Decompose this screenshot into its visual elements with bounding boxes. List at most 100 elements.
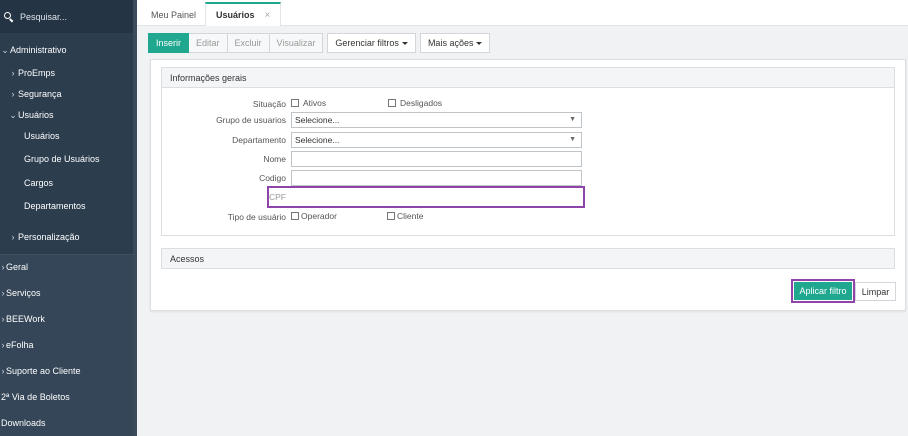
sidebar-item-efolha[interactable]: › eFolha	[0, 337, 133, 353]
sidebar-item-label: eFolha	[6, 340, 34, 350]
desligados-label: Desligados	[400, 98, 443, 108]
more-actions-button[interactable]: Mais ações	[419, 33, 491, 53]
situacao-label: Situação	[252, 99, 286, 109]
cpf-input[interactable]	[291, 189, 580, 205]
sidebar-item-label: 2ª Via de Boletos	[1, 392, 70, 402]
departamento-select[interactable]: Selecione... ▼	[291, 132, 582, 148]
sidebar-item-label: Personalização	[18, 232, 80, 242]
sidebar-item-label: ProEmps	[18, 68, 56, 78]
manage-filters-button[interactable]: Gerenciar filtros	[327, 33, 416, 53]
sidebar-item-label: Grupo de Usuários	[24, 154, 100, 164]
grupo-label: Grupo de usuarios	[216, 115, 286, 125]
checkbox-icon	[388, 99, 396, 107]
checkbox-icon	[387, 212, 395, 220]
view-button[interactable]: Visualizar	[269, 33, 324, 53]
nome-input[interactable]	[291, 151, 582, 167]
sidebar-item-usuarios[interactable]: Usuários	[0, 128, 133, 144]
sidebar-item-personalizacao[interactable]: › Personalização	[0, 229, 133, 245]
panel-title: Acessos	[162, 249, 894, 268]
cliente-label: Cliente	[397, 211, 424, 221]
sidebar-item-label: Usuários	[24, 131, 60, 141]
apply-filter-button[interactable]: Aplicar filtro	[794, 282, 852, 300]
sidebar-item-segunda-via-boletos[interactable]: 2ª Via de Boletos	[0, 389, 133, 405]
grupo-row: Grupo de usuarios Selecione... ▼	[162, 112, 896, 128]
sidebar-item-label: Usuários	[18, 110, 54, 120]
departamento-select-value: Selecione...	[295, 135, 340, 145]
sidebar-item-proemps[interactable]: › ProEmps	[0, 65, 133, 81]
filter-card: Informações gerais Situação Ativos Desli…	[150, 59, 906, 311]
tab-bar: Meu Painel Usuários ×	[137, 0, 908, 26]
sidebar-item-servicos[interactable]: › Serviços	[0, 285, 133, 301]
delete-button[interactable]: Excluir	[227, 33, 270, 53]
sidebar-item-label: Administrativo	[10, 45, 67, 55]
cliente-checkbox[interactable]: Cliente	[387, 211, 423, 221]
sidebar-item-label: BEEWork	[6, 314, 45, 324]
more-actions-label: Mais ações	[427, 38, 474, 48]
cpf-row: CPF	[162, 186, 896, 208]
nome-label: Nome	[263, 154, 286, 164]
operador-label: Operador	[301, 211, 337, 221]
manage-filters-label: Gerenciar filtros	[335, 38, 399, 48]
tipo-row: Tipo de usuário Operador Cliente	[162, 209, 896, 225]
cpf-label: CPF	[269, 192, 286, 202]
checkbox-icon	[291, 99, 299, 107]
grupo-select[interactable]: Selecione... ▼	[291, 112, 582, 128]
sidebar-item-grupo-usuarios[interactable]: Grupo de Usuários	[0, 151, 133, 167]
tipo-label: Tipo de usuário	[227, 212, 286, 222]
sidebar-item-administrativo[interactable]: ⌄ Administrativo	[0, 42, 133, 58]
divider	[0, 254, 133, 255]
search-placeholder: Pesquisar...	[20, 11, 68, 22]
codigo-input[interactable]	[291, 170, 582, 186]
general-info-panel: Informações gerais Situação Ativos Desli…	[161, 67, 895, 236]
ativos-label: Ativos	[303, 98, 327, 108]
sidebar-item-seguranca[interactable]: › Segurança	[0, 86, 133, 102]
sidebar-item-label: Departamentos	[24, 201, 86, 211]
chevron-down-icon: ⌄	[9, 109, 17, 120]
sidebar-item-departamentos[interactable]: Departamentos	[0, 198, 133, 214]
chevron-down-icon: ⌄	[1, 44, 9, 55]
sidebar-item-label: Geral	[6, 262, 29, 272]
edit-button[interactable]: Editar	[189, 33, 228, 53]
chevron-down-icon: ▼	[569, 136, 576, 143]
operador-checkbox[interactable]: Operador	[291, 211, 337, 221]
sidebar-item-cargos[interactable]: Cargos	[0, 175, 133, 191]
sidebar-item-label: Serviços	[6, 288, 41, 298]
tab-usuarios[interactable]: Usuários ×	[205, 2, 282, 26]
clear-button[interactable]: Limpar	[855, 282, 896, 301]
sidebar-item-geral[interactable]: › Geral	[0, 259, 133, 275]
situacao-row: Situação Ativos Desligados	[162, 96, 896, 112]
close-icon[interactable]: ×	[265, 10, 271, 21]
main-content: Inserir Editar Excluir Visualizar Gerenc…	[137, 26, 908, 436]
sidebar-item-label: Segurança	[18, 89, 62, 99]
desligados-checkbox[interactable]: Desligados	[388, 98, 442, 108]
sidebar-item-beework[interactable]: › BEEWork	[0, 311, 133, 327]
codigo-row: Codigo	[162, 170, 896, 186]
sidebar-item-label: Cargos	[24, 178, 54, 188]
caret-down-icon	[401, 41, 408, 45]
toolbar: Inserir Editar Excluir Visualizar Gerenc…	[148, 33, 491, 53]
sidebar-item-downloads[interactable]: Downloads	[0, 415, 133, 431]
search-icon	[4, 11, 14, 22]
sidebar-item-label: Suporte ao Cliente	[6, 366, 81, 376]
sidebar: Pesquisar... ⌄ Administrativo › ProEmps …	[0, 0, 137, 436]
codigo-label: Codigo	[259, 173, 286, 183]
tab-label: Meu Painel	[151, 9, 197, 20]
nome-row: Nome	[162, 151, 896, 167]
ativos-checkbox[interactable]: Ativos	[291, 98, 326, 108]
insert-button[interactable]: Inserir	[148, 33, 190, 53]
tab-meu-painel[interactable]: Meu Painel	[141, 3, 206, 26]
sidebar-item-label: Downloads	[1, 418, 46, 428]
departamento-row: Departamento Selecione... ▼	[162, 132, 896, 148]
sidebar-item-usuarios-group[interactable]: ⌄ Usuários	[0, 107, 133, 123]
panel-title: Informações gerais	[162, 68, 894, 88]
chevron-right-icon: ›	[11, 89, 15, 99]
chevron-right-icon: ›	[11, 68, 15, 78]
sidebar-item-suporte[interactable]: › Suporte ao Cliente	[0, 363, 133, 379]
sidebar-search[interactable]: Pesquisar...	[0, 0, 133, 33]
chevron-down-icon: ▼	[569, 116, 576, 123]
departamento-label: Departamento	[232, 135, 286, 145]
access-panel[interactable]: Acessos	[161, 248, 895, 269]
tab-label: Usuários	[216, 10, 255, 20]
grupo-select-value: Selecione...	[295, 115, 340, 125]
chevron-right-icon: ›	[11, 232, 15, 242]
